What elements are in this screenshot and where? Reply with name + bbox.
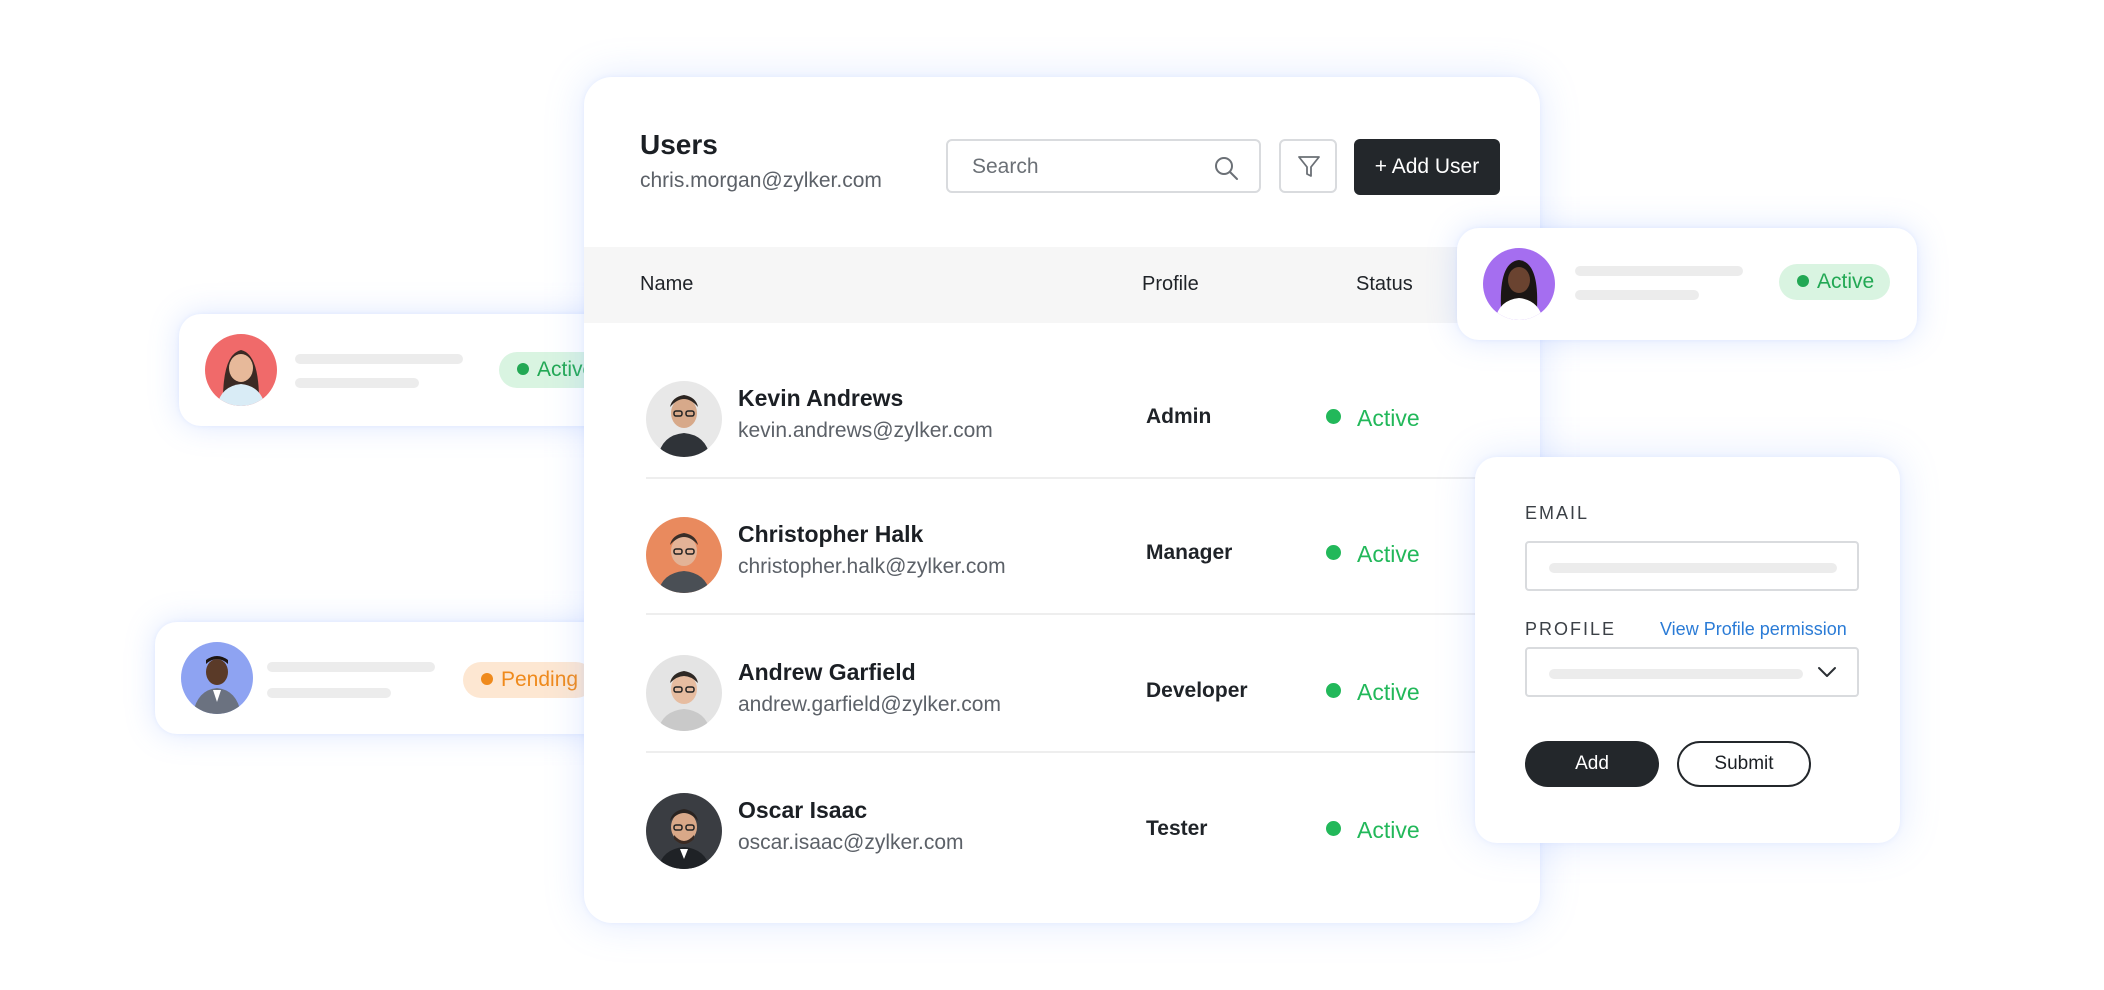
status-dot-icon [1797, 275, 1809, 287]
view-profile-permission-link[interactable]: View Profile permission [1660, 619, 1847, 640]
placeholder-bar [267, 662, 435, 672]
placeholder-bar [295, 354, 463, 364]
status-dot-icon [1326, 545, 1341, 560]
search-icon [1215, 157, 1238, 180]
user-email: christopher.halk@zylker.com [738, 555, 1006, 578]
user-profile: Developer [1146, 679, 1248, 702]
user-profile: Admin [1146, 405, 1212, 428]
user-avatar [646, 793, 722, 869]
search-placeholder: Search [972, 155, 1039, 178]
user-avatar [1483, 248, 1555, 320]
status-dot-icon [481, 673, 493, 685]
table-row[interactable]: Andrew Garfield andrew.garfield@zylker.c… [646, 615, 1496, 753]
column-header-status: Status [1356, 273, 1413, 295]
user-email: oscar.isaac@zylker.com [738, 831, 964, 854]
profile-label: PROFILE [1525, 619, 1617, 639]
user-profile: Manager [1146, 541, 1233, 564]
status-indicator: Active [1326, 405, 1420, 432]
user-email: andrew.garfield@zylker.com [738, 693, 1001, 716]
chevron-down-icon [1818, 667, 1836, 677]
placeholder-bar [267, 688, 391, 698]
status-badge: Pending [463, 662, 595, 698]
email-field[interactable] [1525, 541, 1859, 591]
table-row[interactable]: Christopher Halk christopher.halk@zylker… [646, 477, 1496, 615]
floating-user-card: Active [1457, 228, 1917, 340]
status-dot-icon [517, 363, 529, 375]
placeholder-bar [295, 378, 419, 388]
table-row[interactable]: Oscar Isaac oscar.isaac@zylker.com Teste… [646, 753, 1496, 891]
table-header: Name Profile Status [584, 247, 1540, 323]
status-indicator: Active [1326, 541, 1420, 568]
user-profile: Tester [1146, 817, 1208, 840]
floating-user-card: Active [179, 314, 639, 426]
filter-button[interactable] [1279, 139, 1337, 193]
search-input[interactable]: Search [946, 139, 1261, 193]
status-indicator: Active [1326, 679, 1420, 706]
column-header-name: Name [640, 273, 694, 295]
user-name: Andrew Garfield [738, 659, 916, 685]
user-avatar [646, 655, 722, 731]
users-panel: Users chris.morgan@zylker.com Search + A… [584, 77, 1540, 923]
placeholder-bar [1549, 669, 1803, 679]
status-dot-icon [1326, 683, 1341, 698]
user-name: Oscar Isaac [738, 797, 868, 823]
filter-icon [1298, 156, 1320, 177]
status-dot-icon [1326, 821, 1341, 836]
status-dot-icon [1326, 409, 1341, 424]
email-label: EMAIL [1525, 503, 1590, 523]
user-avatar [646, 517, 722, 593]
user-avatar [205, 334, 277, 406]
add-user-form: EMAIL PROFILE View Profile permission Ad… [1475, 457, 1900, 843]
column-header-profile: Profile [1142, 273, 1199, 295]
user-name: Christopher Halk [738, 521, 924, 547]
placeholder-bar [1575, 290, 1699, 300]
add-button[interactable]: Add [1525, 741, 1659, 787]
profile-select[interactable] [1525, 647, 1859, 697]
placeholder-bar [1575, 266, 1743, 276]
user-name: Kevin Andrews [738, 385, 904, 411]
account-email: chris.morgan@zylker.com [640, 169, 882, 192]
status-indicator: Active [1326, 817, 1420, 844]
add-user-button[interactable]: + Add User [1354, 139, 1500, 195]
table-row[interactable]: Kevin Andrews kevin.andrews@zylker.com A… [646, 341, 1496, 479]
placeholder-bar [1549, 563, 1837, 573]
status-badge: Active [1779, 264, 1891, 300]
user-avatar [646, 381, 722, 457]
submit-button[interactable]: Submit [1677, 741, 1811, 787]
user-email: kevin.andrews@zylker.com [738, 419, 993, 442]
page-title: Users [640, 129, 718, 160]
user-avatar [181, 642, 253, 714]
floating-user-card: Pending [155, 622, 615, 734]
